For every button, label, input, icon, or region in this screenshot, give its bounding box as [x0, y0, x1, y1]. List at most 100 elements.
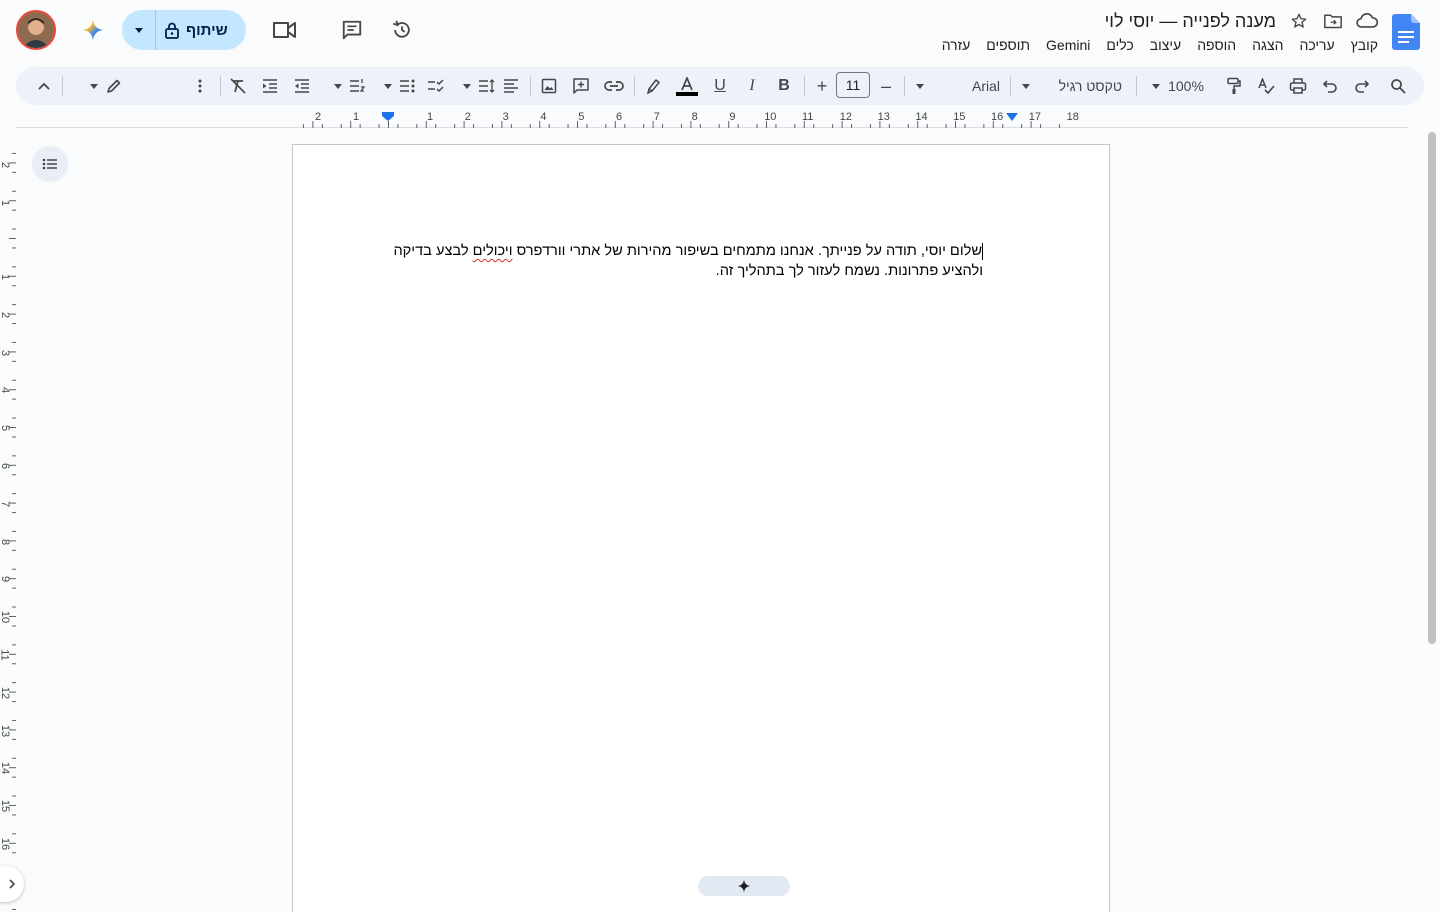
- vruler-label: 12: [0, 686, 12, 699]
- bold-icon[interactable]: B: [772, 71, 796, 101]
- ruler-label: 13: [877, 111, 890, 123]
- ruler-right-margin-marker[interactable]: [1006, 113, 1018, 121]
- vruler-label: 1: [0, 199, 12, 207]
- checklist-icon[interactable]: [424, 71, 446, 101]
- menu-view[interactable]: הצגה: [1252, 37, 1283, 53]
- avatar[interactable]: [16, 10, 56, 50]
- ruler-ticks: [302, 112, 1060, 128]
- font-family-select[interactable]: Arial: [910, 71, 1006, 101]
- misspelled-word[interactable]: ויכולים: [473, 243, 513, 259]
- italic-icon[interactable]: I: [740, 71, 764, 101]
- text-color-icon[interactable]: [674, 71, 700, 101]
- menu-extensions[interactable]: תוספים: [986, 37, 1030, 53]
- spellcheck-icon[interactable]: [1254, 71, 1278, 101]
- numbered-list-button[interactable]: [320, 71, 380, 101]
- ruler-label: 3: [502, 111, 509, 123]
- ruler-label: 12: [839, 111, 853, 123]
- increase-font-size-icon[interactable]: +: [810, 71, 834, 101]
- share-label: שיתוף: [186, 21, 228, 39]
- menu-format[interactable]: עיצוב: [1150, 37, 1181, 53]
- document-body[interactable]: שלום יוסי, תודה על פנייתך. אנחנו מתמחים …: [389, 241, 983, 281]
- history-icon[interactable]: [382, 10, 422, 50]
- decrease-font-size-icon[interactable]: –: [874, 71, 898, 101]
- paragraph-style-select[interactable]: טקסט רגיל: [1016, 71, 1128, 101]
- underline-icon[interactable]: U: [708, 71, 732, 101]
- ruler-label: 17: [1028, 111, 1042, 123]
- bulleted-list-button[interactable]: [380, 71, 420, 101]
- body-text-start: שלום יוסי, תודה על פנייתך. אנחנו מתמחים …: [512, 243, 982, 259]
- ruler-label: 11: [802, 111, 814, 123]
- add-comment-icon[interactable]: [570, 71, 592, 101]
- menu-insert[interactable]: הוספה: [1197, 37, 1236, 53]
- paragraph-style-value: טקסט רגיל: [1058, 78, 1122, 94]
- share-button[interactable]: שיתוף: [122, 10, 246, 50]
- menu-tools[interactable]: כלים: [1106, 37, 1133, 53]
- clear-formatting-icon[interactable]: [226, 71, 250, 101]
- ruler-label: 1: [427, 111, 434, 123]
- line-spacing-button[interactable]: [454, 71, 504, 101]
- document-page[interactable]: שלום יוסי, תודה על פנייתך. אנחנו מתמחים …: [292, 144, 1110, 912]
- menu-edit[interactable]: עריכה: [1299, 37, 1334, 53]
- line-spacing-icon: [479, 79, 495, 93]
- ruler-indent-marker[interactable]: [382, 112, 394, 121]
- gemini-sparkle-icon[interactable]: [78, 15, 108, 45]
- editing-mode-button[interactable]: [86, 71, 126, 101]
- paint-format-icon[interactable]: [1222, 71, 1246, 101]
- bulleted-list-icon: [400, 79, 415, 93]
- share-dropdown-caret[interactable]: [122, 10, 156, 50]
- vruler-label: 11: [0, 649, 11, 661]
- vruler-label: 3: [0, 349, 12, 356]
- zoom-select[interactable]: 100%: [1146, 71, 1210, 101]
- menu-bar: קובץ עריכה הצגה הוספה עיצוב כלים Gemini …: [942, 37, 1378, 53]
- vruler-label: 2: [0, 311, 12, 318]
- folder-move-icon[interactable]: [1322, 10, 1344, 32]
- redo-icon[interactable]: [1350, 71, 1374, 101]
- ruler-label: 7: [653, 111, 660, 123]
- video-call-icon[interactable]: [264, 10, 304, 50]
- align-icon[interactable]: [500, 71, 522, 101]
- chevron-down-icon: [384, 83, 392, 89]
- vertical-ruler[interactable]: 2 1 1 2 3 4 5 6 7 8 9 10 11 12 13 14 15 16: [0, 130, 16, 912]
- insert-image-icon[interactable]: [538, 71, 560, 101]
- more-options-icon[interactable]: [190, 71, 210, 101]
- document-outline-button[interactable]: [32, 146, 68, 182]
- docs-logo-icon[interactable]: [1392, 14, 1420, 50]
- share-main[interactable]: שיתוף: [156, 10, 246, 50]
- search-icon[interactable]: [1386, 71, 1410, 101]
- document-title[interactable]: מענה לפנייה — יוסי לוי: [1105, 11, 1276, 32]
- vruler-ticks: [9, 152, 16, 910]
- side-panel-expand-button[interactable]: [0, 866, 24, 902]
- indent-decrease-icon[interactable]: [290, 71, 314, 101]
- print-icon[interactable]: [1286, 71, 1310, 101]
- chevron-down-icon: [463, 83, 471, 89]
- chevron-down-icon: [90, 83, 98, 89]
- vruler-label: 6: [0, 462, 12, 470]
- comment-icon[interactable]: [332, 10, 372, 50]
- indent-increase-icon[interactable]: [258, 71, 282, 101]
- gemini-help-me-write-button[interactable]: [698, 876, 790, 896]
- vruler-label: 4: [0, 387, 12, 394]
- text-cursor: [982, 242, 983, 260]
- menu-gemini[interactable]: Gemini: [1046, 37, 1090, 53]
- zoom-value: 100%: [1168, 78, 1204, 94]
- cloud-saved-icon[interactable]: [1356, 10, 1378, 32]
- vruler-label: 1: [0, 273, 12, 281]
- font-size-input[interactable]: 11: [836, 72, 870, 98]
- vruler-label: 10: [0, 611, 12, 624]
- menu-file[interactable]: קובץ: [1351, 37, 1378, 53]
- ruler-label: 6: [616, 111, 623, 123]
- undo-icon[interactable]: [1318, 71, 1342, 101]
- ruler-label: 4: [540, 111, 547, 123]
- ruler-label: 16: [991, 111, 1004, 123]
- horizontal-ruler[interactable]: 2 1 1 2 3 4 5 6 7 8 9 10 11 12 13 14 15 16 17 18: [16, 108, 1408, 128]
- star-icon[interactable]: [1288, 10, 1310, 32]
- highlight-color-icon[interactable]: [642, 71, 666, 101]
- ruler-label: 2: [315, 111, 322, 123]
- vruler-label: 5: [0, 425, 12, 432]
- insert-link-icon[interactable]: [602, 71, 626, 101]
- menu-help[interactable]: עזרה: [942, 37, 971, 53]
- outline-list-icon: [42, 158, 57, 170]
- vertical-scrollbar[interactable]: [1428, 132, 1436, 644]
- collapse-menus-icon[interactable]: [32, 71, 56, 101]
- header: מענה לפנייה — יוסי לוי קובץ עריכה הצגה ה…: [0, 0, 1440, 62]
